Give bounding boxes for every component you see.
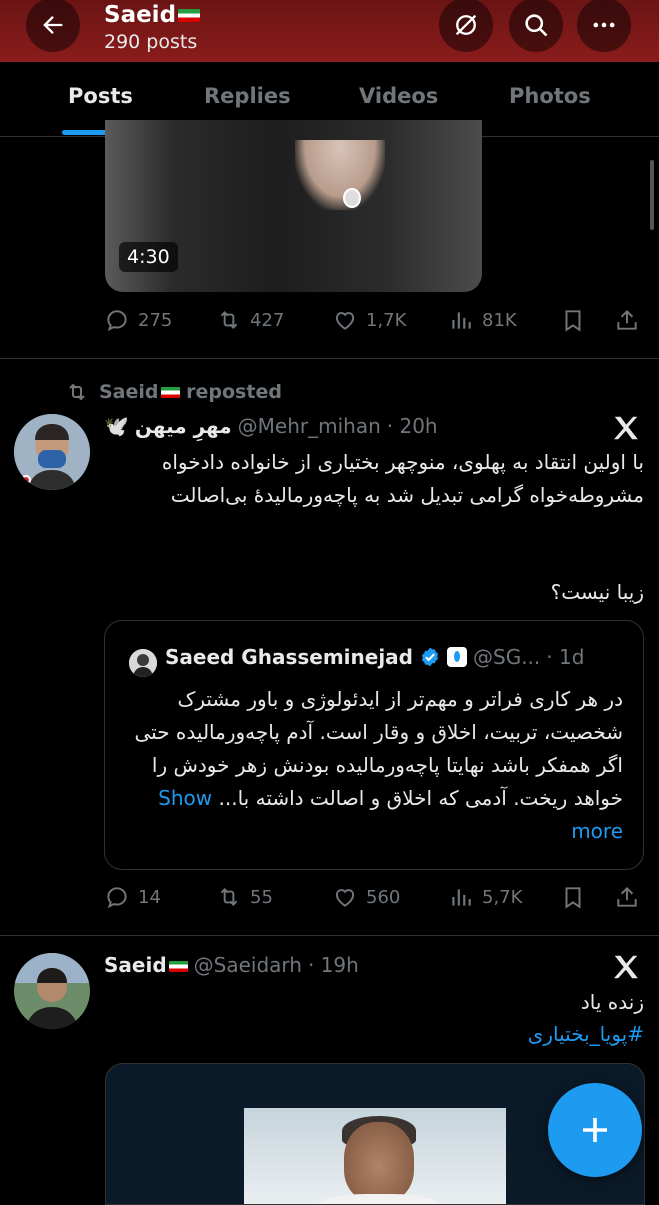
share-button[interactable]	[614, 307, 640, 333]
post-time[interactable]: · 20h	[387, 414, 438, 438]
avatar-image	[14, 953, 90, 1029]
share-icon	[617, 309, 637, 330]
avatar[interactable]	[14, 953, 90, 1029]
avatar-image	[14, 414, 90, 490]
heart-icon	[335, 889, 355, 907]
post-author-line: 🕊️ مهرِ میهن @Mehr_mihan · 20h	[104, 414, 438, 438]
bookmark-button[interactable]	[560, 884, 586, 910]
quote-handle: @SG...	[473, 645, 541, 669]
repost-icon	[69, 383, 85, 401]
share-icon	[617, 886, 637, 907]
post-author-line: Saeid @Saeidarh · 19h	[104, 953, 359, 977]
quote-time: · 1d	[546, 645, 585, 669]
analytics-icon	[452, 889, 471, 906]
affiliation-badge-icon	[447, 647, 467, 667]
post-divider	[0, 935, 659, 936]
quote-author-name: Saeed Ghasseminejad	[165, 645, 413, 669]
compose-button[interactable]	[548, 1083, 642, 1177]
more-options-button[interactable]	[577, 0, 631, 52]
tab-videos[interactable]: Videos	[359, 84, 438, 108]
avatar-image	[129, 649, 157, 677]
quote-text: در هر کاری فراتر و مهم‌تر از ایدئولوژی و…	[134, 687, 624, 843]
share-button[interactable]	[614, 884, 640, 910]
author-handle[interactable]: @Saeidarh	[194, 953, 302, 977]
bookmark-button[interactable]	[560, 307, 586, 333]
plus-icon	[583, 1118, 607, 1142]
post-divider	[0, 358, 659, 359]
grok-icon	[455, 14, 477, 36]
bookmark-icon	[565, 310, 581, 332]
grok-button[interactable]	[439, 0, 493, 52]
analytics-icon	[452, 312, 471, 329]
video-duration: 4:30	[119, 242, 178, 272]
arrow-left-icon	[43, 16, 63, 34]
verified-badge-icon	[421, 647, 439, 667]
repost-indicator[interactable]: Saeid reposted	[65, 380, 282, 404]
back-button[interactable]	[26, 0, 80, 52]
iran-flag-icon	[178, 9, 201, 22]
like-button[interactable]: 560	[332, 884, 400, 910]
search-icon	[525, 14, 548, 37]
author-name[interactable]: Saeid	[104, 953, 188, 977]
quoted-post[interactable]: Saeed Ghasseminejad @SG... · 1d در هر کا…	[104, 620, 644, 870]
post-actions: 14 55 560 5,7K	[104, 884, 644, 914]
iran-flag-icon	[160, 387, 180, 398]
quote-author-line: Saeed Ghasseminejad @SG... · 1d	[165, 645, 584, 669]
views-button[interactable]: 81K	[448, 307, 517, 333]
repost-icon	[220, 888, 238, 906]
post-actions: 275 427 1,7K 81K	[104, 307, 644, 337]
hashtag-link[interactable]: #پویا_بختیاری	[104, 1018, 644, 1051]
x-logo-icon	[614, 416, 638, 440]
dove-icon: 🕊️	[104, 414, 129, 438]
video-thumbnail[interactable]: 4:30	[105, 120, 482, 292]
tab-replies[interactable]: Replies	[204, 84, 291, 108]
post-text-2: زیبا نیست؟	[550, 580, 644, 604]
x-logo-icon	[614, 955, 638, 979]
tab-posts[interactable]: Posts	[68, 84, 133, 108]
repost-button[interactable]: 55	[216, 884, 273, 910]
reply-button[interactable]: 275	[104, 307, 172, 333]
repost-icon	[220, 311, 238, 329]
avatar[interactable]	[14, 414, 90, 490]
reply-icon	[107, 887, 127, 909]
profile-name: Saeid	[104, 2, 201, 28]
post-text: با اولین انتقاد به پهلوی، منوچهر بختیاری…	[161, 450, 644, 507]
post-text: زنده یاد	[580, 990, 644, 1014]
bookmark-icon	[565, 887, 581, 909]
post-time[interactable]: · 19h	[308, 953, 359, 977]
quote-avatar	[129, 649, 157, 677]
tab-photos[interactable]: Photos	[509, 84, 591, 108]
post-count: 290 posts	[104, 31, 198, 53]
reply-button[interactable]: 14	[104, 884, 161, 910]
heart-icon	[335, 312, 355, 330]
author-name[interactable]: مهرِ میهن	[135, 414, 232, 438]
author-handle[interactable]: @Mehr_mihan	[238, 414, 381, 438]
iran-flag-icon	[168, 961, 188, 972]
like-button[interactable]: 1,7K	[332, 307, 406, 333]
views-button[interactable]: 5,7K	[448, 884, 522, 910]
search-button[interactable]	[509, 0, 563, 52]
profile-header: Saeid 290 posts	[0, 0, 659, 62]
repost-button[interactable]: 427	[216, 307, 284, 333]
reply-icon	[107, 310, 127, 332]
more-dots-icon	[593, 22, 615, 28]
scrollbar[interactable]	[650, 160, 654, 230]
